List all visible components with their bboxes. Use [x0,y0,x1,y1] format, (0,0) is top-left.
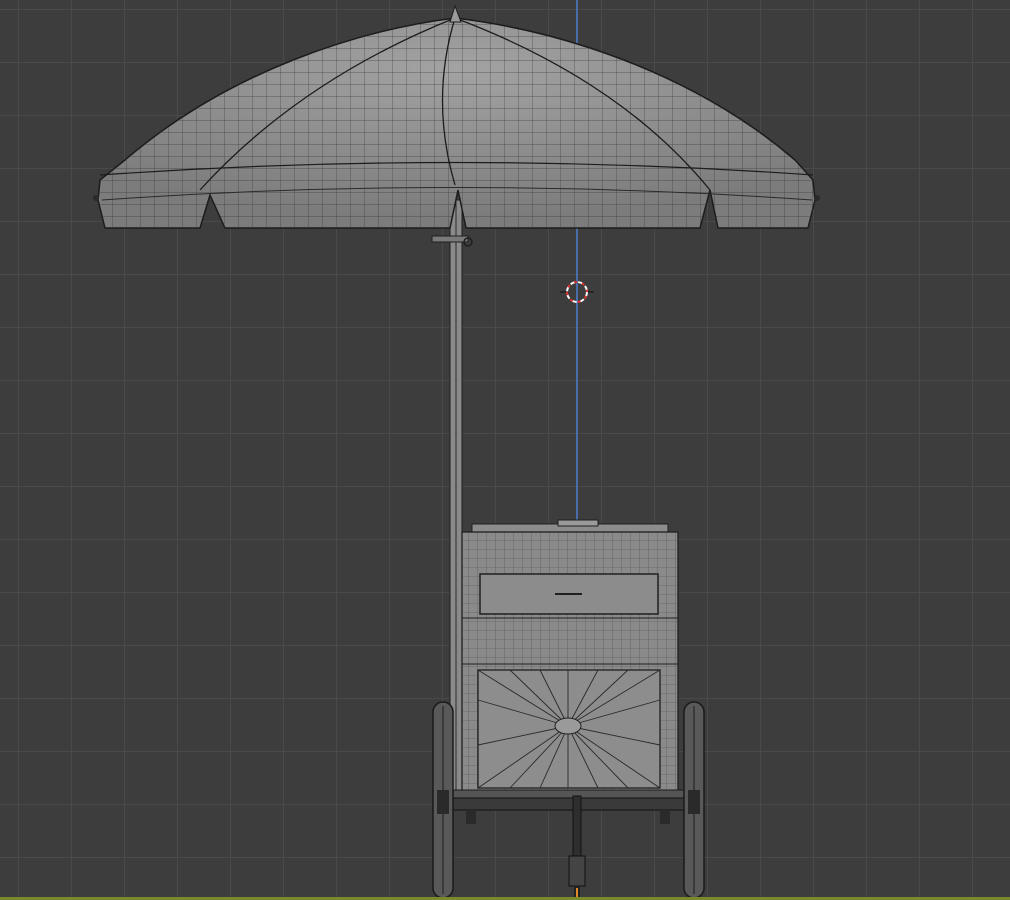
wheel-left[interactable] [432,701,454,899]
cart-door[interactable] [477,669,661,789]
cart-kickstand[interactable] [568,795,586,900]
scene-canvas[interactable] [0,0,1010,900]
umbrella-canopy[interactable] [93,4,820,229]
cart-body[interactable] [445,519,695,824]
wheel-right[interactable] [683,701,705,899]
3d-viewport[interactable] [0,0,1010,900]
